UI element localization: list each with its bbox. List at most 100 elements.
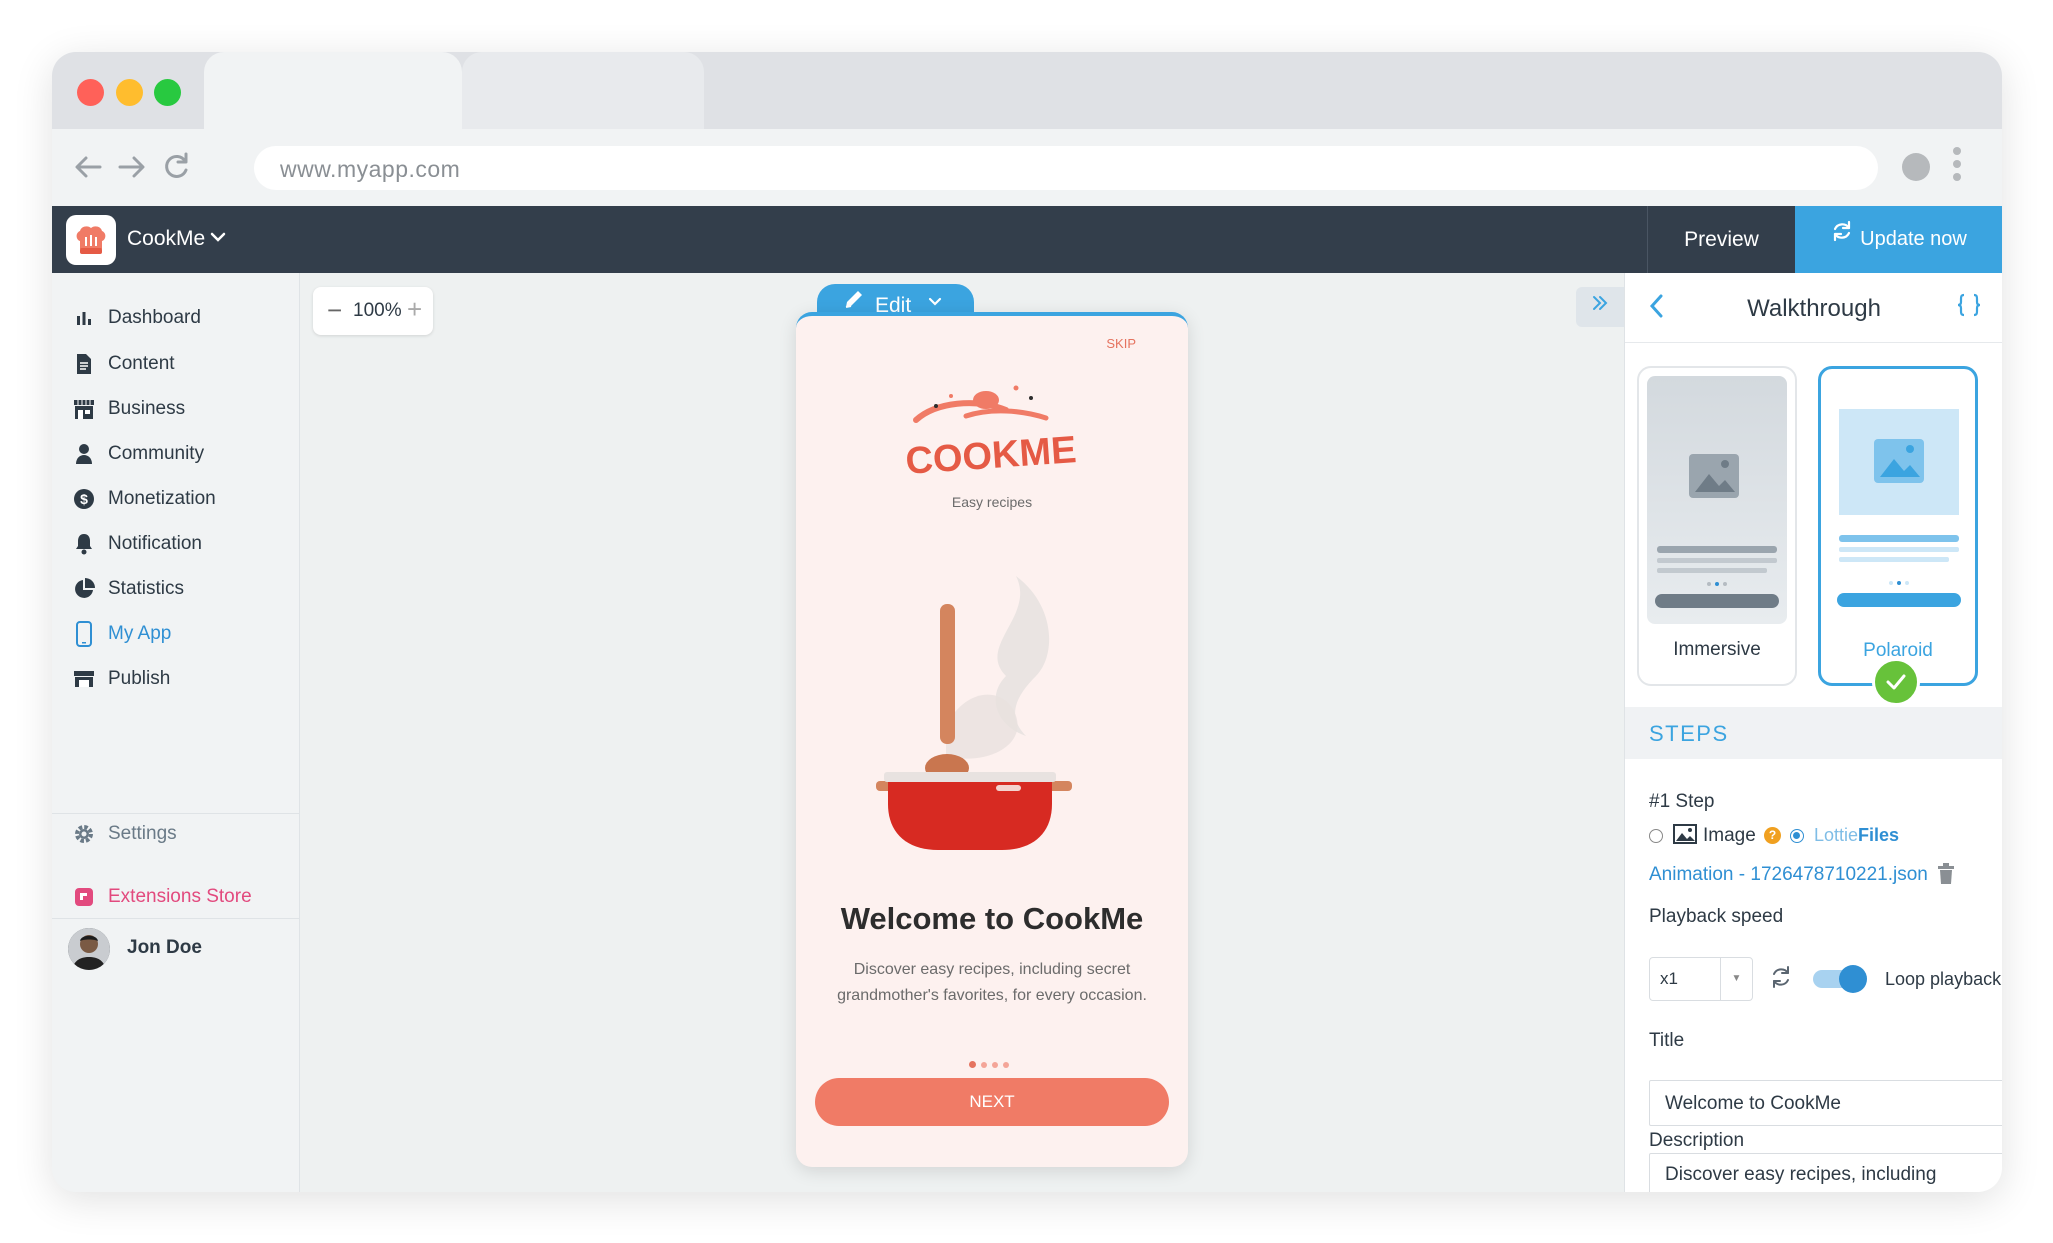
chef-hat-logo-icon[interactable] [66,215,116,265]
sidebar-item-content[interactable]: Content [72,344,175,384]
dollar-icon: $ [72,487,96,511]
update-now-button[interactable]: Update now [1795,206,2002,273]
document-icon [72,352,96,376]
lottiefiles-radio[interactable] [1790,829,1804,843]
person-icon [72,442,96,466]
preview-button[interactable]: Preview [1647,206,1795,273]
cooking-pot-illustration [876,556,1116,866]
minimize-window-button[interactable] [116,79,143,106]
cookme-brand-text: COOKME [904,429,1078,483]
loop-icon [1768,964,1794,995]
steps-label: STEPS [1649,721,1729,746]
layout-option-immersive[interactable]: Immersive [1637,366,1797,686]
back-arrow-icon[interactable] [70,149,106,185]
zoom-out-button[interactable]: − [327,295,342,326]
tagline: Easy recipes [951,494,1033,510]
help-icon[interactable]: ? [1764,827,1781,844]
publish-icon [72,667,96,691]
sidebar-item-label: Notification [108,533,202,554]
description-textarea[interactable]: Discover easy recipes, including [1649,1153,2002,1192]
browser-menu-icon[interactable] [1952,147,1962,187]
browser-toolbar: www.myapp.com [52,129,2002,206]
walkthrough-settings-panel: Walkthrough Immersive Polaroid STEPS #1 … [1624,273,2002,1192]
lottie-text: Lottie [1814,825,1859,845]
page-dot-active [969,1061,976,1068]
bar-chart-icon [72,306,96,330]
sidebar-item-settings[interactable]: Settings [72,814,177,854]
store-icon [72,397,96,421]
sidebar: Dashboard Content Business Community $ M… [52,273,300,1192]
skip-button[interactable]: SKIP [1106,336,1136,351]
sidebar-item-label: Statistics [108,578,185,599]
page-dot [981,1062,987,1068]
sidebar-item-business[interactable]: Business [72,389,185,429]
polaroid-thumbnail [1829,377,1969,625]
image-radio[interactable] [1649,829,1663,843]
playback-speed-value: x1 [1660,969,1678,988]
tab-strip [52,52,2002,129]
tab-active[interactable] [204,52,462,129]
sidebar-item-label: Publish [108,668,171,689]
steps-section-header: STEPS [1625,707,2002,759]
title-field-label: Title [1649,1030,1685,1051]
bell-icon [72,532,96,556]
pie-chart-icon [72,577,96,601]
browser-window: www.myapp.com CookMe Preview Update now [52,52,2002,1192]
sidebar-item-statistics[interactable]: Statistics [72,569,184,609]
code-braces-icon[interactable] [1955,291,1983,326]
phone-icon [72,621,96,647]
sidebar-item-my-app[interactable]: My App [72,614,171,654]
sidebar-item-dashboard[interactable]: Dashboard [72,298,201,338]
description-field-label: Description [1649,1130,1745,1151]
sidebar-item-label: Dashboard [108,307,201,328]
image-icon [1673,824,1697,849]
immersive-thumbnail [1647,376,1787,624]
sidebar-item-label: Monetization [108,488,216,509]
layout-option-polaroid[interactable]: Polaroid [1818,366,1978,686]
layout-label: Immersive [1673,639,1761,660]
lottiefiles-option-label[interactable]: LottieFiles [1814,825,1899,846]
image-option-label[interactable]: Image [1703,825,1756,847]
dropdown-arrow-icon: ▼ [1720,958,1752,1000]
title-input[interactable]: Welcome to CookMe [1649,1080,2002,1126]
reload-icon[interactable] [158,149,194,185]
sidebar-item-publish[interactable]: Publish [72,659,170,699]
title-input-value: Welcome to CookMe [1665,1093,1841,1114]
step-label: #1 Step [1649,791,1715,812]
chevron-down-icon[interactable] [209,222,227,258]
maximize-window-button[interactable] [154,79,181,106]
extensions-icon [72,885,96,909]
collapse-panel-button[interactable] [1576,287,1624,327]
sidebar-item-extensions-store[interactable]: Extensions Store [72,877,252,917]
editor-canvas: − 100% + Edit SKIP COOKME Easy recipes W… [301,273,1624,1192]
sidebar-item-community[interactable]: Community [72,434,204,474]
sidebar-item-notification[interactable]: Notification [72,524,202,564]
files-text: Files [1858,825,1900,845]
sidebar-item-monetization[interactable]: $ Monetization [72,479,216,519]
sidebar-item-label: My App [108,623,172,644]
forward-arrow-icon[interactable] [114,149,150,185]
zoom-in-button[interactable]: + [407,294,422,325]
page-dot [992,1062,998,1068]
app-name[interactable]: CookMe [127,227,205,251]
address-bar[interactable]: www.myapp.com [254,146,1878,190]
playback-speed-label: Playback speed [1649,906,1784,927]
user-name[interactable]: Jon Doe [127,937,202,959]
close-window-button[interactable] [77,79,104,106]
tab-inactive[interactable] [462,52,704,129]
playback-speed-select[interactable]: x1 ▼ [1649,957,1753,1001]
panel-header: Walkthrough [1625,273,2002,343]
animation-file-link[interactable]: Animation - 1726478710221.json [1649,864,1928,886]
double-chevron-right-icon [1590,292,1610,319]
page-indicator [969,1055,1019,1068]
description-textarea-value: Discover easy recipes, including [1665,1164,1937,1185]
svg-text:$: $ [80,491,88,507]
profile-icon[interactable] [1902,153,1930,181]
zoom-control: − 100% + [313,287,433,335]
phone-preview[interactable]: SKIP COOKME Easy recipes Welcome to Cook… [796,312,1188,1167]
loop-playback-toggle[interactable] [1813,965,1867,993]
sidebar-item-label: Community [108,443,205,464]
trash-icon[interactable] [1937,863,1955,890]
avatar[interactable] [68,928,110,970]
next-button[interactable]: NEXT [815,1078,1169,1126]
